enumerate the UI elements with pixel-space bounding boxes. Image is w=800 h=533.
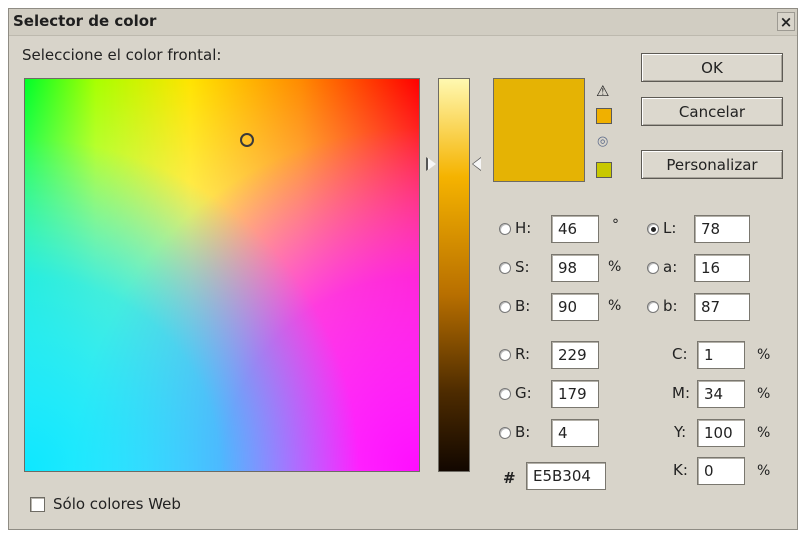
label-lab-b: b: xyxy=(663,297,678,315)
radio-r[interactable] xyxy=(499,349,511,361)
gamut-warning-swatch[interactable] xyxy=(596,108,612,124)
radio-h[interactable] xyxy=(499,223,511,235)
custom-button[interactable]: Personalizar xyxy=(641,150,783,179)
label-h: H: xyxy=(515,219,532,237)
cube-icon: ◎ xyxy=(597,134,609,149)
input-b[interactable]: 90 xyxy=(551,293,599,321)
label-a: a: xyxy=(663,258,678,276)
label-l: L: xyxy=(663,219,677,237)
web-only-checkbox[interactable] xyxy=(30,497,45,512)
input-m[interactable]: 34 xyxy=(697,380,745,408)
unit-h: ° xyxy=(612,217,619,233)
label-m: M: xyxy=(672,384,690,402)
radio-l[interactable] xyxy=(647,223,659,235)
label-r: R: xyxy=(515,345,531,363)
color-slider[interactable] xyxy=(438,78,470,472)
web-safe-swatch[interactable] xyxy=(596,162,612,178)
color-field-marker[interactable] xyxy=(240,133,254,147)
hex-label: # xyxy=(503,469,516,487)
radio-g[interactable] xyxy=(499,388,511,400)
input-rgb-b[interactable]: 4 xyxy=(551,419,599,447)
input-s[interactable]: 98 xyxy=(551,254,599,282)
web-only-label[interactable]: Sólo colores Web xyxy=(53,495,181,513)
unit-y: % xyxy=(757,425,771,441)
prompt-label: Seleccione el color frontal: xyxy=(22,46,222,64)
label-g: G: xyxy=(515,384,532,402)
input-a[interactable]: 16 xyxy=(694,254,750,282)
dialog-title: Selector de color xyxy=(13,12,157,30)
radio-b[interactable] xyxy=(499,301,511,313)
unit-k: % xyxy=(757,463,771,479)
slider-arrow-left[interactable] xyxy=(428,158,436,170)
label-k: K: xyxy=(673,461,688,479)
input-g[interactable]: 179 xyxy=(551,380,599,408)
input-k[interactable]: 0 xyxy=(697,457,745,485)
hex-input[interactable]: E5B304 xyxy=(526,462,606,490)
ok-button[interactable]: OK xyxy=(641,53,783,82)
input-c[interactable]: 1 xyxy=(697,341,745,369)
close-button[interactable]: × xyxy=(777,12,795,31)
unit-s: % xyxy=(608,259,622,275)
color-field-tint xyxy=(25,79,419,471)
unit-c: % xyxy=(757,347,771,363)
label-c: C: xyxy=(672,345,688,363)
input-r[interactable]: 229 xyxy=(551,341,599,369)
input-lab-b[interactable]: 87 xyxy=(694,293,750,321)
current-color-swatch xyxy=(493,78,585,182)
label-b: B: xyxy=(515,297,531,315)
title-bar: Selector de color × xyxy=(9,9,797,36)
label-y: Y: xyxy=(674,423,687,441)
radio-a[interactable] xyxy=(647,262,659,274)
slider-arrow-right[interactable] xyxy=(473,158,481,170)
radio-s[interactable] xyxy=(499,262,511,274)
radio-lab-b[interactable] xyxy=(647,301,659,313)
unit-b: % xyxy=(608,298,622,314)
radio-rgb-b[interactable] xyxy=(499,427,511,439)
cancel-button[interactable]: Cancelar xyxy=(641,97,783,126)
label-rgb-b: B: xyxy=(515,423,531,441)
label-s: S: xyxy=(515,258,530,276)
input-y[interactable]: 100 xyxy=(697,419,745,447)
color-field[interactable] xyxy=(24,78,420,472)
unit-m: % xyxy=(757,386,771,402)
input-l[interactable]: 78 xyxy=(694,215,750,243)
warning-icon: ⚠ xyxy=(596,82,610,100)
input-h[interactable]: 46 xyxy=(551,215,599,243)
